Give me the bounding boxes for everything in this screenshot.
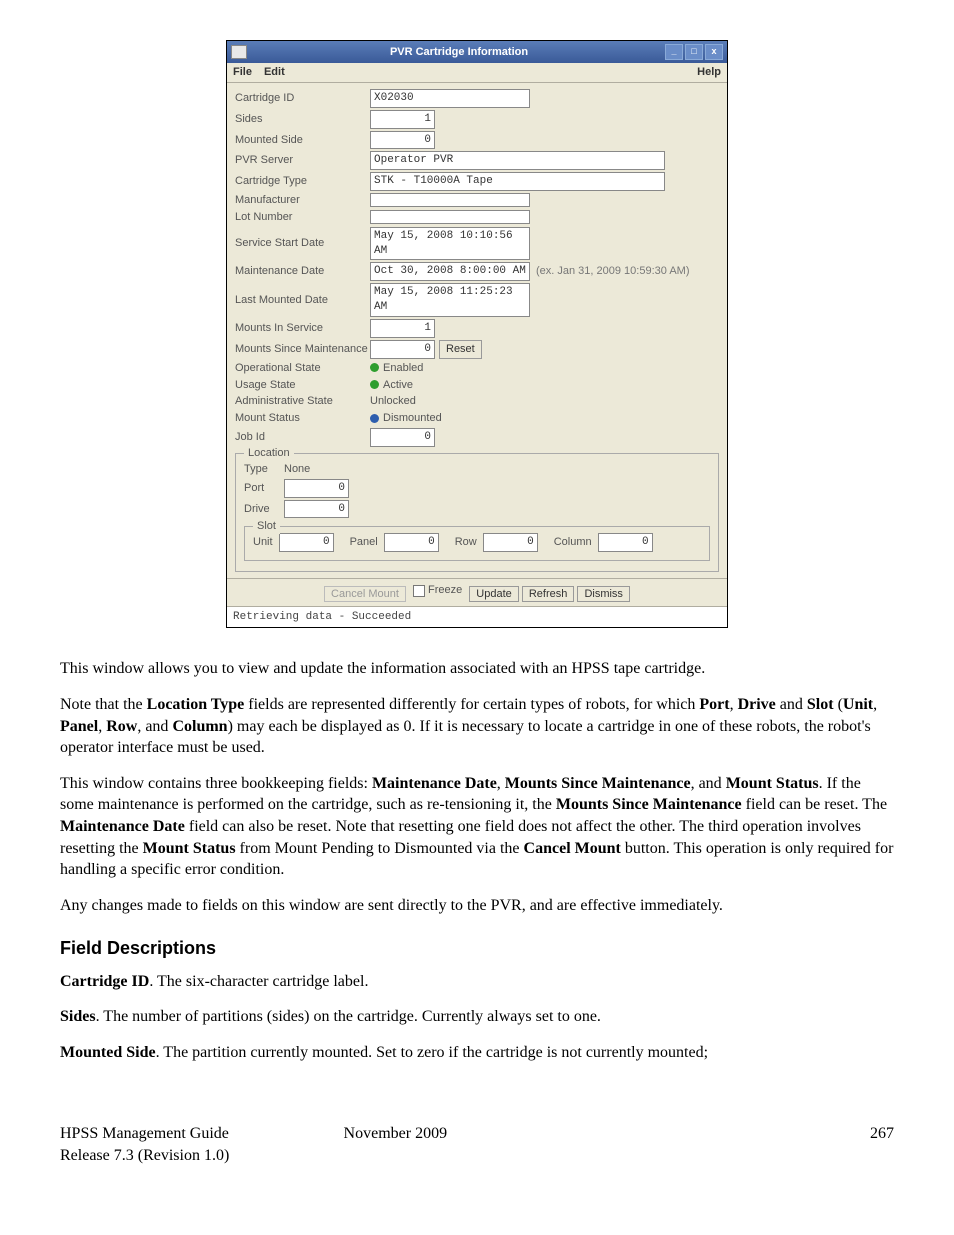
cartridge-type-field[interactable]: STK - T10000A Tape: [370, 172, 665, 191]
location-legend: Location: [244, 446, 294, 461]
unit-field[interactable]: 0: [279, 533, 334, 552]
row-field[interactable]: 0: [483, 533, 538, 552]
job-id-field[interactable]: 0: [370, 428, 435, 447]
dismiss-button[interactable]: Dismiss: [577, 586, 630, 602]
menu-edit[interactable]: Edit: [264, 65, 285, 80]
label-last-mounted: Last Mounted Date: [235, 293, 370, 308]
label-column: Column: [554, 535, 592, 550]
admin-state-value: Unlocked: [370, 394, 416, 409]
slot-legend: Slot: [253, 519, 280, 534]
label-mounted-side: Mounted Side: [235, 133, 370, 148]
label-mount-status: Mount Status: [235, 411, 370, 426]
status-dot-icon: [370, 414, 379, 423]
maintenance-date-hint: (ex. Jan 31, 2009 10:59:30 AM): [536, 264, 690, 279]
usage-state-value: Active: [370, 378, 413, 393]
label-manufacturer: Manufacturer: [235, 193, 370, 208]
field-desc: Mounted Side. The partition currently mo…: [60, 1042, 894, 1064]
operational-state-value: Enabled: [370, 361, 423, 376]
label-drive: Drive: [244, 502, 284, 517]
label-mounts-since-maint: Mounts Since Maintenance: [235, 342, 370, 357]
manufacturer-field[interactable]: [370, 193, 530, 207]
freeze-checkbox[interactable]: Freeze: [413, 583, 462, 598]
footer-release: Release 7.3 (Revision 1.0): [60, 1145, 344, 1167]
minimize-icon[interactable]: _: [665, 44, 683, 60]
page-footer: HPSS Management Guide Release 7.3 (Revis…: [60, 1123, 894, 1166]
column-field[interactable]: 0: [598, 533, 653, 552]
window-title: PVR Cartridge Information: [253, 45, 665, 60]
label-lot-number: Lot Number: [235, 210, 370, 225]
label-row: Row: [455, 535, 477, 550]
pvr-server-field[interactable]: Operator PVR: [370, 151, 665, 170]
form-panel: Cartridge IDX02030 Sides1 Mounted Side0 …: [227, 83, 727, 578]
location-type-value: None: [284, 462, 310, 477]
cartridge-id-field[interactable]: X02030: [370, 89, 530, 108]
status-dot-icon: [370, 380, 379, 389]
location-group: Location TypeNone Port0 Drive0 Slot Unit…: [235, 453, 719, 572]
refresh-button[interactable]: Refresh: [522, 586, 575, 602]
label-service-start: Service Start Date: [235, 236, 370, 251]
mounts-since-maint-field[interactable]: 0: [370, 340, 435, 359]
maintenance-date-field[interactable]: Oct 30, 2008 8:00:00 AM: [370, 262, 530, 281]
app-icon: [231, 45, 247, 59]
mount-status-value: Dismounted: [370, 411, 442, 426]
label-usage-state: Usage State: [235, 378, 370, 393]
label-sides: Sides: [235, 112, 370, 127]
panel-field[interactable]: 0: [384, 533, 439, 552]
document-body: This window allows you to view and updat…: [60, 658, 894, 1063]
close-icon[interactable]: x: [705, 44, 723, 60]
field-desc: Cartridge ID. The six-character cartridg…: [60, 971, 894, 993]
menu-file[interactable]: File: [233, 65, 252, 80]
lot-number-field[interactable]: [370, 210, 530, 224]
field-desc: Sides. The number of partitions (sides) …: [60, 1006, 894, 1028]
sides-field[interactable]: 1: [370, 110, 435, 129]
menubar: File Edit Help: [227, 63, 727, 83]
page-number: 267: [619, 1123, 894, 1166]
slot-group: Slot Unit 0 Panel 0 Row 0 Column 0: [244, 526, 710, 561]
mounted-side-field[interactable]: 0: [370, 131, 435, 150]
label-maintenance-date: Maintenance Date: [235, 264, 370, 279]
checkbox-icon: [413, 585, 425, 597]
reset-button[interactable]: Reset: [439, 340, 482, 359]
footer-date: November 2009: [344, 1123, 619, 1166]
paragraph: Note that the Location Type fields are r…: [60, 694, 894, 759]
drive-field[interactable]: 0: [284, 500, 349, 519]
label-location-type: Type: [244, 462, 284, 477]
label-port: Port: [244, 481, 284, 496]
pvr-cartridge-window: PVR Cartridge Information _ □ x File Edi…: [226, 40, 728, 628]
cancel-mount-button[interactable]: Cancel Mount: [324, 586, 406, 602]
menu-help[interactable]: Help: [697, 65, 721, 80]
service-start-field[interactable]: May 15, 2008 10:10:56 AM: [370, 227, 530, 261]
label-admin-state: Administrative State: [235, 394, 370, 409]
footer-title: HPSS Management Guide: [60, 1123, 344, 1145]
maximize-icon[interactable]: □: [685, 44, 703, 60]
label-unit: Unit: [253, 535, 273, 550]
paragraph: This window allows you to view and updat…: [60, 658, 894, 680]
label-cartridge-type: Cartridge Type: [235, 174, 370, 189]
port-field[interactable]: 0: [284, 479, 349, 498]
titlebar[interactable]: PVR Cartridge Information _ □ x: [227, 41, 727, 63]
label-job-id: Job Id: [235, 430, 370, 445]
label-mounts-in-service: Mounts In Service: [235, 321, 370, 336]
last-mounted-field[interactable]: May 15, 2008 11:25:23 AM: [370, 283, 530, 317]
label-cartridge-id: Cartridge ID: [235, 91, 370, 106]
section-heading: Field Descriptions: [60, 936, 894, 960]
action-bar: Cancel Mount Freeze Update Refresh Dismi…: [227, 578, 727, 605]
update-button[interactable]: Update: [469, 586, 518, 602]
paragraph: This window contains three bookkeeping f…: [60, 773, 894, 881]
label-panel: Panel: [350, 535, 378, 550]
status-dot-icon: [370, 363, 379, 372]
mounts-in-service-field[interactable]: 1: [370, 319, 435, 338]
label-pvr-server: PVR Server: [235, 153, 370, 168]
label-operational-state: Operational State: [235, 361, 370, 376]
status-bar: Retrieving data - Succeeded: [227, 606, 727, 628]
window-controls: _ □ x: [665, 44, 723, 60]
paragraph: Any changes made to fields on this windo…: [60, 895, 894, 917]
